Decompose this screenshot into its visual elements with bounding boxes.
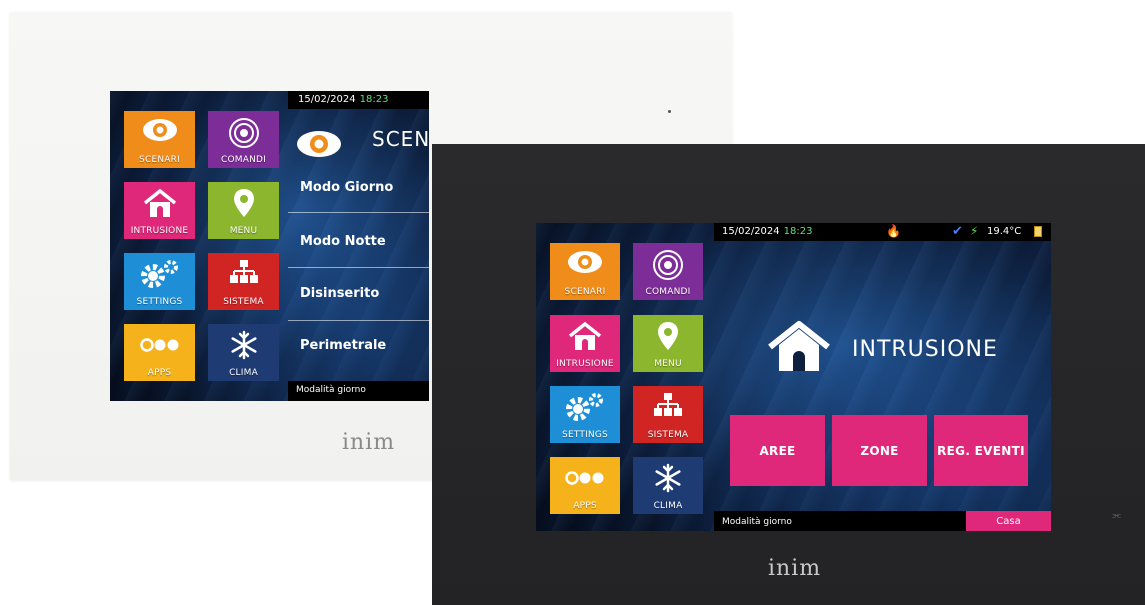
- gear-icon: [124, 259, 195, 289]
- status-date: 15/02/2024 18:23: [298, 94, 389, 105]
- aree-button[interactable]: AREE: [730, 415, 825, 486]
- tile-settings[interactable]: SETTINGS: [124, 253, 195, 310]
- network-icon: [633, 392, 703, 418]
- tile-menu[interactable]: MENU: [208, 182, 279, 239]
- house-icon: [766, 319, 832, 377]
- house-icon: [550, 321, 620, 351]
- status-date: 15/02/2024 18:23: [722, 226, 813, 237]
- tile-intrusione[interactable]: INTRUSIONE: [124, 182, 195, 239]
- touch-icon: [633, 249, 703, 281]
- reg-eventi-button[interactable]: REG. EVENTI: [934, 415, 1028, 486]
- tile-scenari[interactable]: SCENARI: [550, 243, 620, 300]
- tile-clima[interactable]: CLIMA: [633, 457, 703, 514]
- scenario-item[interactable]: Perimetrale: [300, 338, 429, 353]
- scenario-item[interactable]: Modo Notte: [300, 234, 429, 249]
- status-bar: 15/02/202418:23 🔥 ✔ ⚡ 19.4°C: [288, 91, 429, 109]
- tile-label: SCENARI: [564, 287, 606, 297]
- tile-apps[interactable]: APPS: [550, 457, 620, 514]
- tile-comandi[interactable]: COMANDI: [633, 243, 703, 300]
- tile-clima[interactable]: CLIMA: [208, 324, 279, 381]
- house-icon: [124, 188, 195, 218]
- status-time: 18:23: [783, 226, 813, 237]
- tile-label: APPS: [573, 501, 597, 511]
- white-panel-screen: 15/02/202418:23 🔥 ✔ ⚡ 19.4°C SCENARI COM…: [110, 91, 429, 401]
- tile-label: INTRUSIONE: [130, 226, 189, 236]
- tile-label: SETTINGS: [562, 430, 608, 440]
- apps-dots-icon: [550, 471, 620, 485]
- zone-button[interactable]: ZONE: [832, 415, 927, 486]
- tile-menu[interactable]: MENU: [633, 315, 703, 372]
- tile-label: SISTEMA: [647, 430, 689, 440]
- snowflake-icon: [633, 463, 703, 493]
- check-icon: ✔: [952, 224, 963, 239]
- tile-scenari[interactable]: SCENARI: [124, 111, 195, 168]
- network-icon: [208, 259, 279, 285]
- tile-label: SCENARI: [139, 155, 180, 165]
- tile-comandi[interactable]: COMANDI: [208, 111, 279, 168]
- tile-label: CLIMA: [229, 368, 258, 378]
- product-stage: inim 15/02/202418:23 🔥 ✔ ⚡ 19.4°C SCENAR…: [0, 0, 1145, 605]
- sensor-dot: [668, 110, 671, 113]
- battery-icon: [1034, 226, 1042, 237]
- tile-apps[interactable]: APPS: [124, 324, 195, 381]
- gear-icon: [550, 392, 620, 422]
- flame-icon: 🔥: [886, 224, 901, 238]
- tile-label: CLIMA: [653, 501, 683, 511]
- status-time: 18:23: [359, 94, 389, 105]
- tile-settings[interactable]: SETTINGS: [550, 386, 620, 443]
- tile-intrusione[interactable]: INTRUSIONE: [550, 315, 620, 372]
- eye-icon: [296, 129, 342, 163]
- tile-label: INTRUSIONE: [556, 359, 614, 369]
- map-pin-icon: [208, 188, 279, 218]
- tile-label: SISTEMA: [223, 297, 264, 307]
- divider: [288, 320, 429, 321]
- wifi-icon: ⫘: [1112, 510, 1121, 521]
- eye-icon: [550, 249, 620, 275]
- tile-label: COMANDI: [220, 155, 266, 165]
- touch-icon: [208, 117, 279, 149]
- status-bar: 15/02/202418:23 🔥 ✔ ⚡ 19.4°C: [714, 223, 1051, 241]
- divider: [288, 212, 429, 213]
- snowflake-icon: [208, 330, 279, 360]
- eye-icon: [124, 117, 195, 143]
- scenario-item[interactable]: Modo Giorno: [300, 180, 429, 195]
- black-panel-screen: 15/02/2024 18:23 🔥 ✔ ⚡ 19.4°C SCENARI COM…: [536, 223, 1051, 531]
- scenario-item[interactable]: Disinserito: [300, 286, 429, 301]
- page-title: INTRUSIONE: [852, 337, 998, 362]
- tile-label: COMANDI: [645, 287, 691, 297]
- map-pin-icon: [633, 321, 703, 351]
- tile-label: MENU: [229, 226, 258, 236]
- tile-sistema[interactable]: SISTEMA: [633, 386, 703, 443]
- casa-button[interactable]: Casa: [966, 511, 1051, 531]
- bolt-icon: ⚡: [970, 224, 979, 238]
- mode-status: Modalità giorno: [296, 385, 366, 395]
- brand-logo: inim: [768, 556, 822, 581]
- page-title: SCENARI: [372, 127, 429, 151]
- apps-dots-icon: [124, 338, 195, 352]
- tile-label: MENU: [654, 359, 682, 369]
- mode-status: Modalità giorno: [722, 517, 792, 527]
- brand-logo: inim: [342, 430, 396, 455]
- tile-sistema[interactable]: SISTEMA: [208, 253, 279, 310]
- tile-label: APPS: [147, 368, 172, 378]
- status-temperature: 19.4°C: [987, 226, 1022, 237]
- divider: [288, 267, 429, 268]
- tile-label: SETTINGS: [136, 297, 183, 307]
